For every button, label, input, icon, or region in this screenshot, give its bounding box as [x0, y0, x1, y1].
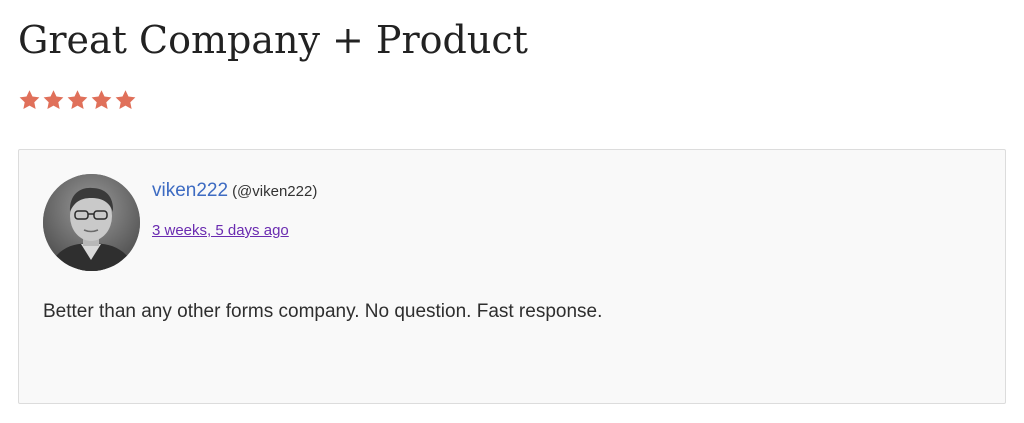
- author-name-link[interactable]: viken222: [152, 180, 228, 201]
- review-date-link[interactable]: 3 weeks, 5 days ago: [152, 222, 289, 239]
- review-card: viken222 (@viken222) 3 weeks, 5 days ago …: [18, 149, 1006, 404]
- review-body: Better than any other forms company. No …: [43, 301, 603, 322]
- review-title: Great Company + Product: [18, 18, 528, 62]
- star-icon: [43, 90, 64, 110]
- author-handle: (@viken222): [232, 183, 318, 200]
- star-icon: [115, 90, 136, 110]
- review-author: viken222 (@viken222): [152, 180, 317, 202]
- star-icon: [67, 90, 88, 110]
- star-rating: [18, 88, 137, 114]
- author-avatar[interactable]: [43, 174, 140, 271]
- star-icon: [91, 90, 112, 110]
- star-icon: [19, 90, 40, 110]
